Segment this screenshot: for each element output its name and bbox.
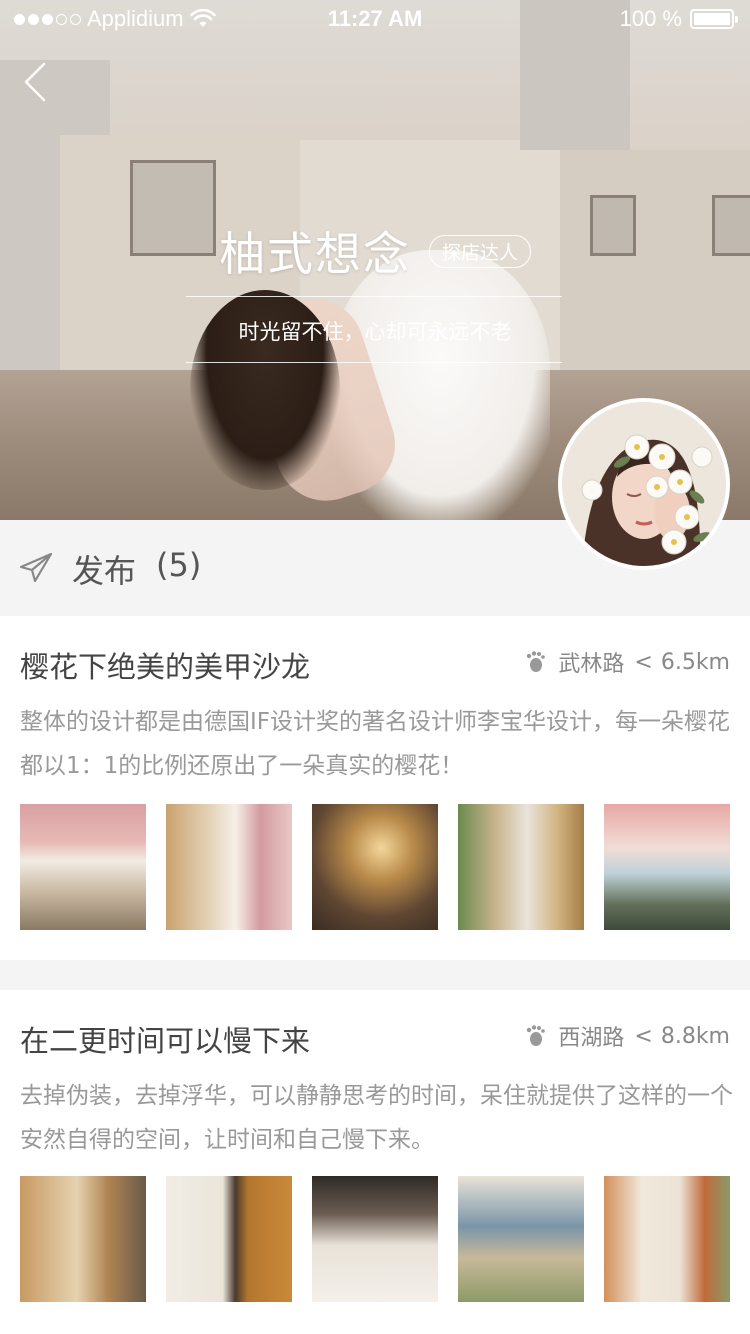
photo-thumbnail[interactable] — [312, 804, 438, 930]
photo-thumbnail[interactable] — [166, 804, 292, 930]
divider-line — [186, 296, 562, 297]
profile-badge: 探店达人 — [428, 234, 531, 268]
photo-thumbnail[interactable] — [604, 804, 730, 930]
photo-row — [20, 804, 730, 930]
post-description: 去掉伪装，去掉浮华，可以静静思考的时间，呆住就提供了这样的一个安然自得的空间，让… — [20, 1083, 733, 1153]
photo-thumbnail[interactable] — [312, 1176, 438, 1302]
photo-thumbnail[interactable] — [20, 804, 146, 930]
post-card[interactable]: 樱花下绝美的美甲沙龙 武林路 < 6.5km 整体的设计都是由德国IF设计奖的著… — [0, 616, 750, 960]
footprint-icon — [527, 1025, 546, 1046]
footprint-icon — [527, 651, 546, 672]
distance-value: 8.8km — [660, 1023, 730, 1049]
post-location: 西湖路 < 8.8km — [524, 1020, 730, 1052]
post-card[interactable]: 在二更时间可以慢下来 西湖路 < 8.8km 去掉伪装，去掉浮华，可以静静思考的… — [0, 990, 750, 1334]
photo-row — [20, 1176, 730, 1302]
publish-count: (5) — [156, 546, 202, 584]
distance-prefix: < — [634, 1023, 653, 1049]
photo-thumbnail[interactable] — [458, 804, 584, 930]
back-arrow-icon[interactable] — [18, 62, 58, 102]
photo-thumbnail[interactable] — [458, 1176, 584, 1302]
photo-thumbnail[interactable] — [20, 1176, 146, 1302]
post-title: 樱花下绝美的美甲沙龙 — [20, 650, 311, 684]
status-bar: Applidium 11:27 AM 100 % — [0, 0, 750, 40]
post-description: 整体的设计都是由德国IF设计奖的著名设计师李宝华设计，每一朵樱花都以1：1的比例… — [20, 709, 731, 779]
location-name: 武林路 — [558, 652, 625, 677]
battery-icon — [690, 9, 738, 29]
paper-plane-icon — [19, 552, 53, 583]
distance-prefix: < — [634, 649, 653, 675]
avatar[interactable] — [558, 398, 730, 570]
photo-thumbnail[interactable] — [166, 1176, 292, 1302]
profile-slogan: 时光留不住，心却可永远不老 — [238, 320, 512, 344]
location-name: 西湖路 — [558, 1026, 625, 1051]
divider-line — [186, 362, 562, 363]
status-right: 100 % — [619, 6, 738, 32]
distance-value: 6.5km — [660, 649, 730, 675]
battery-percent: 100 % — [619, 6, 682, 31]
profile-header: 柚式想念 探店达人 — [0, 218, 750, 284]
profile-name: 柚式想念 — [218, 227, 411, 281]
avatar-illustration — [562, 402, 726, 566]
publish-label: 发布 — [72, 552, 137, 590]
photo-thumbnail[interactable] — [604, 1176, 730, 1302]
post-title: 在二更时间可以慢下来 — [20, 1024, 311, 1058]
post-location: 武林路 < 6.5km — [524, 646, 730, 678]
